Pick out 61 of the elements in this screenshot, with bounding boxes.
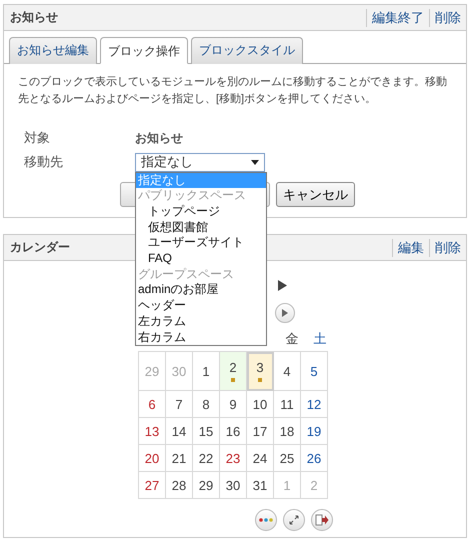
panel-title: お知らせ xyxy=(10,9,58,26)
header-link[interactable]: 編集 xyxy=(392,238,429,256)
day-cell[interactable]: 18 xyxy=(274,418,301,445)
day-cell[interactable]: 7 xyxy=(166,391,193,418)
export-button[interactable] xyxy=(311,509,333,531)
field-label: 対象 xyxy=(24,129,51,147)
day-cell[interactable]: 2 xyxy=(220,352,247,391)
tab[interactable]: お知らせ編集 xyxy=(9,37,97,64)
day-cell[interactable]: 22 xyxy=(193,445,220,472)
day-cell[interactable]: 12 xyxy=(301,391,328,418)
dropdown-option[interactable]: adminのお部屋 xyxy=(136,282,266,298)
header-link[interactable]: 削除 xyxy=(429,8,466,26)
day-cell[interactable]: 21 xyxy=(166,445,193,472)
day-cell[interactable]: 10 xyxy=(247,391,274,418)
next-button[interactable] xyxy=(275,303,295,323)
day-cell[interactable]: 20 xyxy=(139,445,166,472)
day-cell[interactable]: 19 xyxy=(301,418,328,445)
cancel-button[interactable]: キャンセル xyxy=(276,182,355,207)
day-cell[interactable]: 16 xyxy=(220,418,247,445)
day-cell[interactable]: 31 xyxy=(247,472,274,499)
day-cell[interactable]: 13 xyxy=(139,418,166,445)
day-cell[interactable]: 26 xyxy=(301,445,328,472)
dropdown-option[interactable]: 左カラム xyxy=(136,314,266,330)
day-cell[interactable]: 30 xyxy=(220,472,247,499)
day-cell[interactable]: 15 xyxy=(193,418,220,445)
panel-title: カレンダー xyxy=(10,239,70,256)
field-label: 移動先 xyxy=(24,153,64,171)
tab[interactable]: ブロック操作 xyxy=(100,37,188,64)
tab[interactable]: ブロックスタイル xyxy=(191,37,303,64)
day-cell[interactable]: 28 xyxy=(166,472,193,499)
destination-select[interactable]: 指定なし xyxy=(135,152,265,172)
day-cell[interactable]: 3 xyxy=(247,352,274,391)
day-cell[interactable]: 5 xyxy=(301,352,328,391)
header-link[interactable]: 削除 xyxy=(429,238,466,256)
day-cell[interactable]: 4 xyxy=(274,352,301,391)
expand-button[interactable] xyxy=(283,509,305,531)
header-link[interactable]: 編集終了 xyxy=(366,8,429,26)
expand-icon xyxy=(289,515,299,525)
weekday-label: 金 xyxy=(284,330,300,348)
dropdown-option[interactable]: ヘッダー xyxy=(136,298,266,314)
day-cell[interactable]: 11 xyxy=(274,391,301,418)
next-arrow-icon[interactable] xyxy=(278,280,287,290)
day-cell[interactable]: 29 xyxy=(193,472,220,499)
day-cell[interactable]: 17 xyxy=(247,418,274,445)
day-cell[interactable]: 25 xyxy=(274,445,301,472)
day-cell[interactable]: 6 xyxy=(139,391,166,418)
color-button[interactable] xyxy=(255,509,277,531)
export-icon xyxy=(315,514,329,526)
caret-icon xyxy=(251,160,259,164)
dropdown-option[interactable]: 右カラム xyxy=(136,330,266,346)
play-icon xyxy=(282,309,288,317)
day-cell[interactable]: 14 xyxy=(166,418,193,445)
weekday-label: 土 xyxy=(312,330,328,348)
day-cell[interactable]: 8 xyxy=(193,391,220,418)
dots-icon xyxy=(259,518,273,522)
day-cell[interactable]: 24 xyxy=(247,445,274,472)
description-text: このブロックで表示しているモジュールを別のルームに移動することができます。移動先となるルームおよびページを指定し、[移動]ボタンを押してください。 xyxy=(18,74,448,107)
field-value: お知らせ xyxy=(135,130,183,146)
day-cell[interactable]: 27 xyxy=(139,472,166,499)
day-cell[interactable]: 9 xyxy=(220,391,247,418)
day-cell[interactable]: 23 xyxy=(220,445,247,472)
